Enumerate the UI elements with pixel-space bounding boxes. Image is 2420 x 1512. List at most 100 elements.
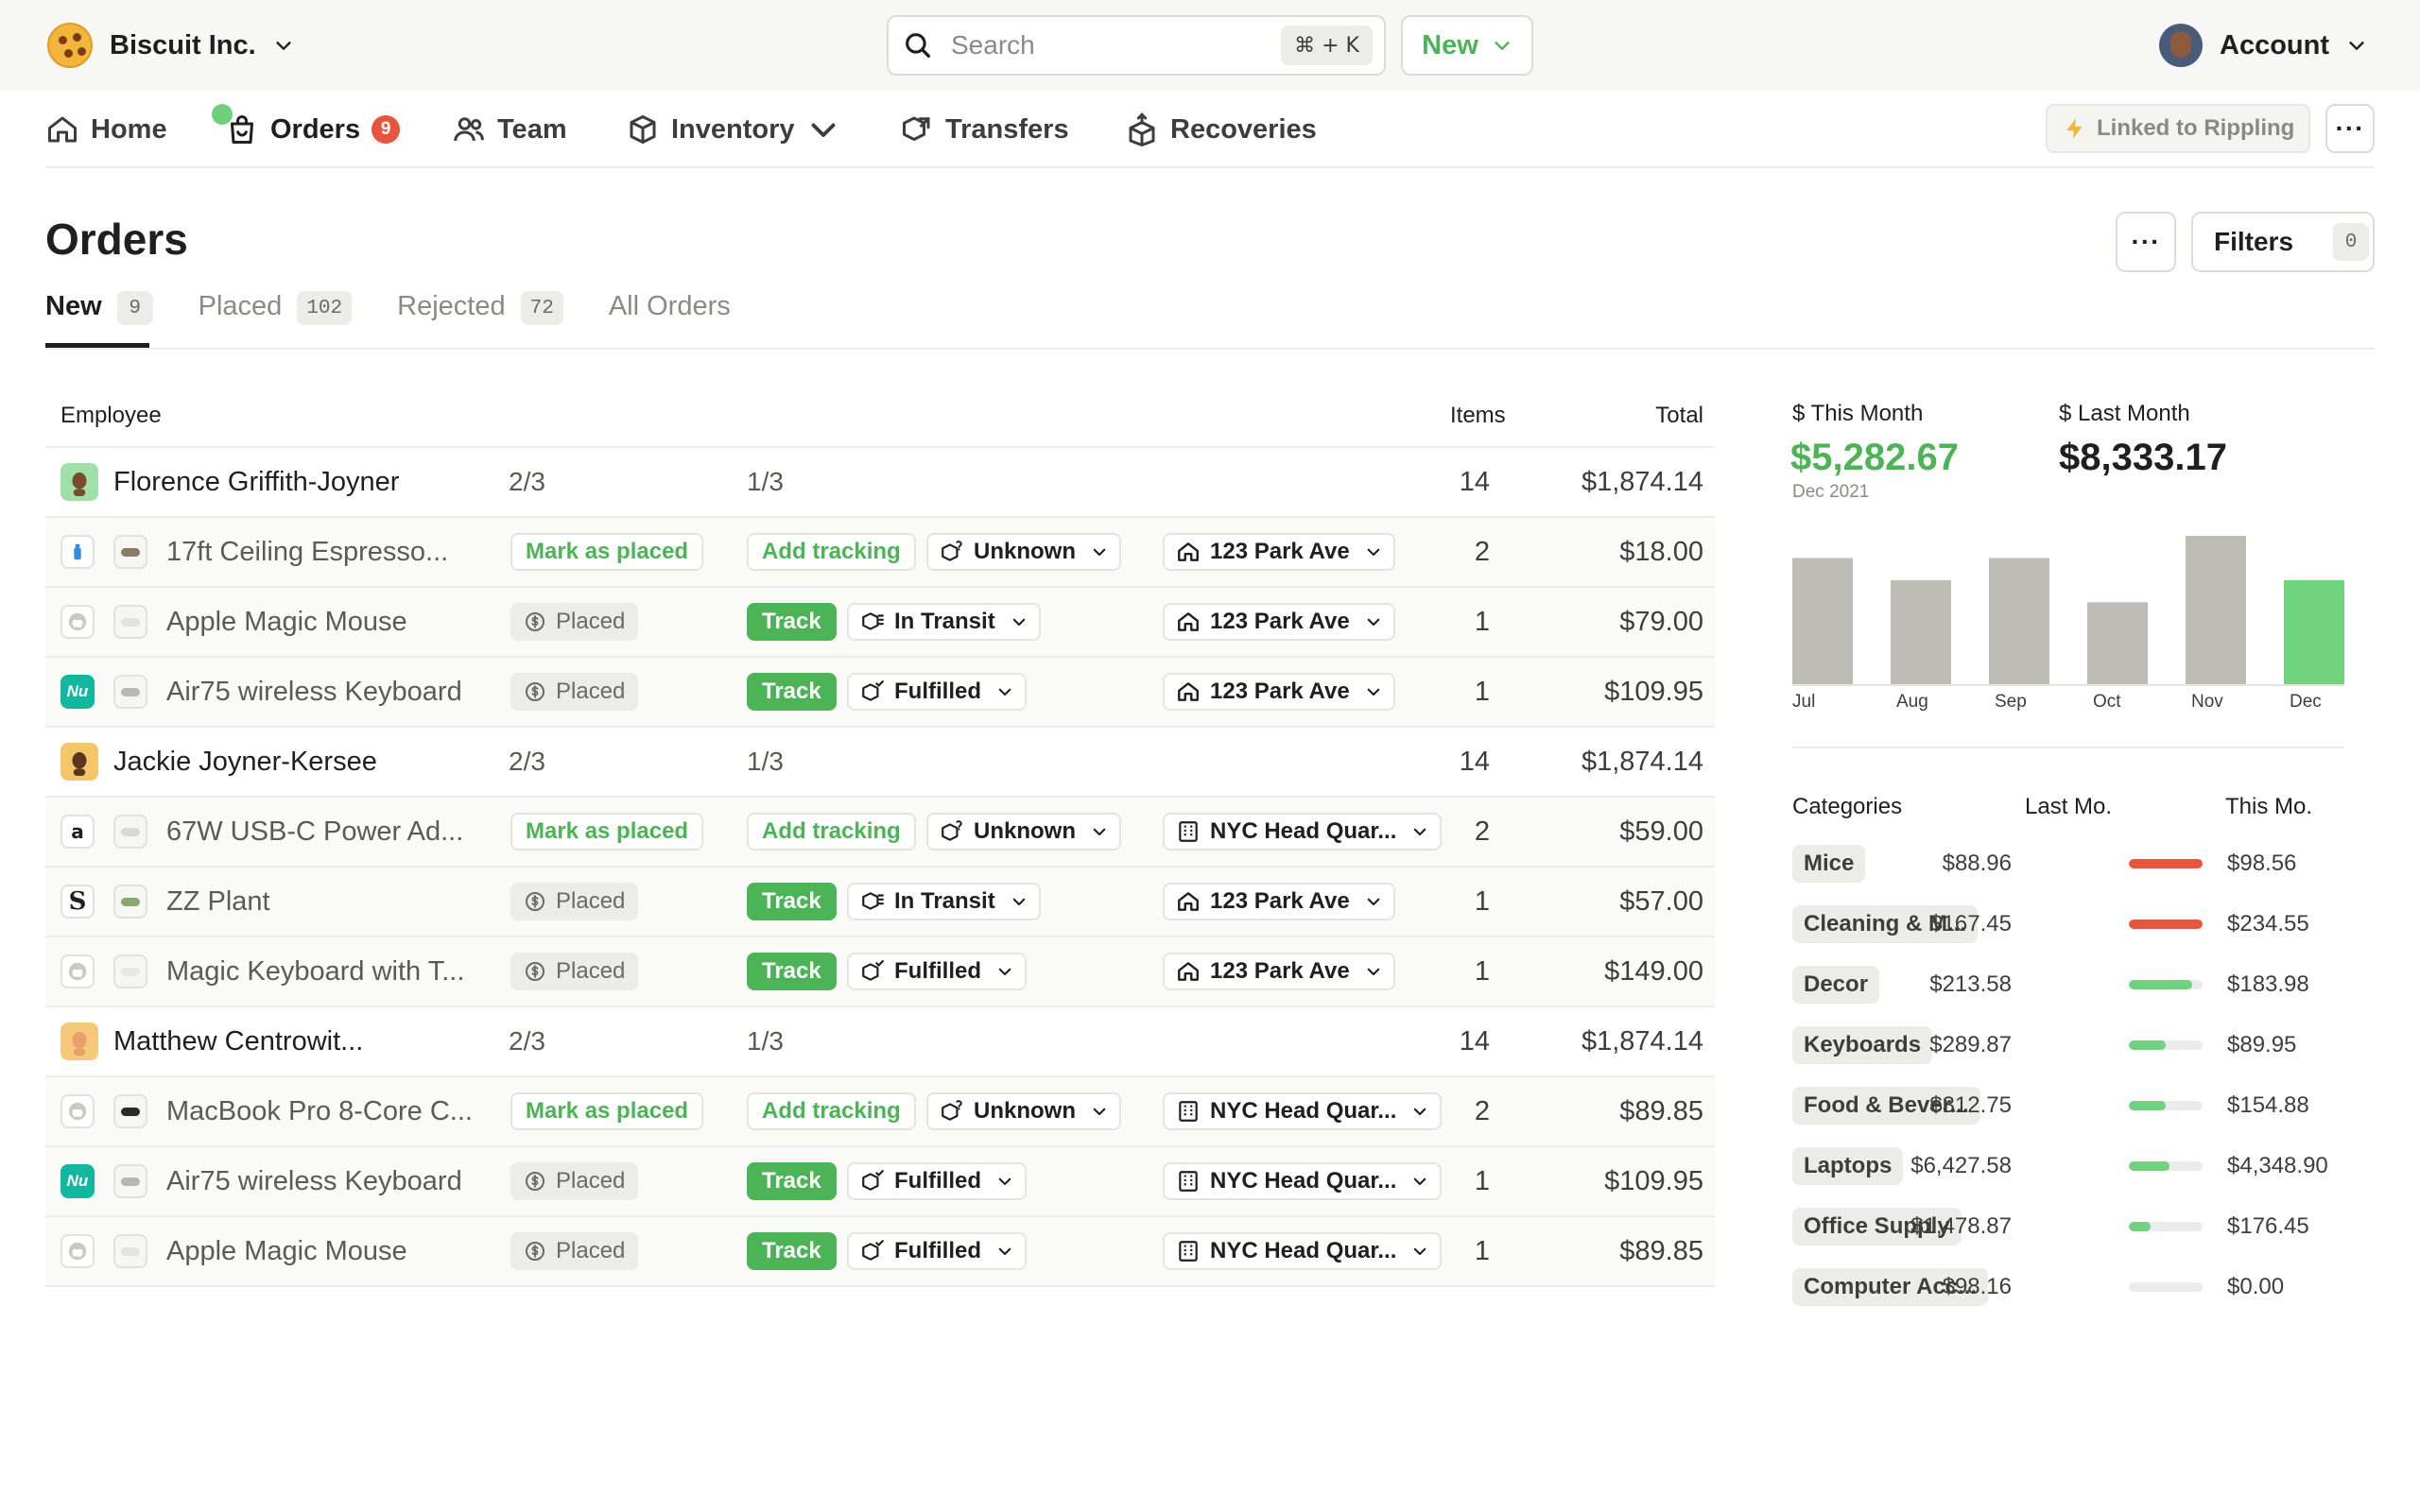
- tab-label: Rejected: [397, 291, 506, 321]
- tab-rejected[interactable]: Rejected 72: [397, 285, 563, 348]
- chart-bar-aug[interactable]: [1891, 579, 1951, 684]
- address-dropdown[interactable]: 123 Park Ave: [1163, 673, 1395, 711]
- add-tracking-button[interactable]: Add tracking: [747, 533, 916, 571]
- shipping-status-dropdown[interactable]: Fulfilled: [847, 1232, 1027, 1270]
- nav-item-orders[interactable]: Orders 9: [212, 104, 401, 151]
- address-dropdown[interactable]: NYC Head Quar...: [1163, 813, 1443, 850]
- shipping-status-dropdown[interactable]: In Transit: [847, 603, 1041, 641]
- chart-bar-dec[interactable]: [2284, 579, 2344, 684]
- chart-bar-jul[interactable]: [1792, 558, 1853, 684]
- product-name[interactable]: 67W USB-C Power Ad...: [166, 798, 463, 866]
- track-button[interactable]: Track: [747, 1162, 837, 1200]
- category-name[interactable]: Keyboards: [1792, 1026, 1933, 1064]
- category-row[interactable]: Computer Acc... $98.16 $0.00: [1792, 1266, 2360, 1308]
- nav-item-home[interactable]: Home: [45, 108, 167, 151]
- shipping-status-dropdown[interactable]: Fulfilled: [847, 1162, 1027, 1200]
- category-row[interactable]: Office Supply $1,478.87 $176.45: [1792, 1206, 2360, 1247]
- search-box[interactable]: ⌘ + K: [887, 15, 1386, 76]
- product-name[interactable]: Magic Keyboard with T...: [166, 937, 464, 1005]
- category-row[interactable]: Mice $88.96 $98.56: [1792, 843, 2360, 885]
- tab-placed[interactable]: Placed 102: [199, 285, 353, 348]
- account-menu[interactable]: Account: [2159, 21, 2367, 70]
- category-row[interactable]: Keyboards $289.87 $89.95: [1792, 1024, 2360, 1066]
- employee-name[interactable]: Matthew Centrowit...: [113, 1007, 363, 1075]
- category-row[interactable]: Cleaning & M... $167.45 $234.55: [1792, 903, 2360, 945]
- mark-as-placed-button[interactable]: Mark as placed: [510, 813, 704, 850]
- mark-as-placed-button[interactable]: Mark as placed: [510, 533, 704, 571]
- employee-name[interactable]: Jackie Joyner-Kersee: [113, 728, 377, 796]
- page-more-button[interactable]: ···: [2116, 212, 2176, 272]
- nav-item-transfers[interactable]: Transfers: [900, 108, 1069, 151]
- track-button[interactable]: Track: [747, 603, 837, 641]
- nav-item-inventory[interactable]: Inventory: [626, 108, 840, 151]
- employee-row[interactable]: Jackie Joyner-Kersee 2/3 1/3 14 $1,874.1…: [45, 728, 1715, 798]
- product-name[interactable]: MacBook Pro 8-Core C...: [166, 1077, 473, 1145]
- chart-bar-oct[interactable]: [2087, 602, 2148, 684]
- mark-as-placed-button[interactable]: Mark as placed: [510, 1092, 704, 1130]
- chart-bar-nov[interactable]: [2186, 536, 2246, 684]
- shipping-status-dropdown[interactable]: Unknown: [926, 813, 1121, 850]
- shipping-status-dropdown[interactable]: Unknown: [926, 533, 1121, 571]
- order-item-row[interactable]: MacBook Pro 8-Core C... Mark as placed A…: [45, 1077, 1715, 1147]
- filters-button[interactable]: Filters 0: [2191, 212, 2375, 272]
- product-name[interactable]: Air75 wireless Keyboard: [166, 658, 462, 726]
- row-total: $57.00: [1619, 885, 1703, 917]
- shipping-status-dropdown[interactable]: Unknown: [926, 1092, 1121, 1130]
- track-button[interactable]: Track: [747, 953, 837, 990]
- add-tracking-button[interactable]: Add tracking: [747, 1092, 916, 1130]
- x-tick-label: Sep: [1995, 692, 2027, 712]
- product-name[interactable]: Apple Magic Mouse: [166, 1217, 407, 1285]
- employee-row[interactable]: Florence Griffith-Joyner 2/3 1/3 14 $1,8…: [45, 448, 1715, 518]
- track-button[interactable]: Track: [747, 673, 837, 711]
- product-name[interactable]: 17ft Ceiling Espresso...: [166, 518, 448, 586]
- address-dropdown[interactable]: 123 Park Ave: [1163, 883, 1395, 920]
- order-item-row[interactable]: Nu Air75 wireless Keyboard Placed Track …: [45, 1147, 1715, 1217]
- category-row[interactable]: Decor $213.58 $183.98: [1792, 964, 2360, 1005]
- track-button[interactable]: Track: [747, 883, 837, 920]
- employee-row[interactable]: Matthew Centrowit... 2/3 1/3 14 $1,874.1…: [45, 1007, 1715, 1077]
- address-dropdown[interactable]: NYC Head Quar...: [1163, 1092, 1443, 1130]
- tracked-fraction: 1/3: [747, 1026, 784, 1056]
- chevron-down-icon: [1093, 548, 1106, 557]
- category-row[interactable]: Laptops $6,427.58 $4,348.90: [1792, 1145, 2360, 1187]
- dollar-circle-icon: [526, 1242, 544, 1261]
- address-dropdown[interactable]: 123 Park Ave: [1163, 533, 1395, 571]
- product-name[interactable]: Apple Magic Mouse: [166, 588, 407, 656]
- tab-all-orders[interactable]: All Orders: [609, 285, 731, 348]
- nuphy-logo-icon: Nu: [60, 1164, 95, 1198]
- address-dropdown[interactable]: 123 Park Ave: [1163, 603, 1395, 641]
- category-name[interactable]: Decor: [1792, 966, 1880, 1004]
- order-item-row[interactable]: 17ft Ceiling Espresso... Mark as placed …: [45, 518, 1715, 588]
- category-row[interactable]: Food & Bever... $312.75 $154.88: [1792, 1085, 2360, 1126]
- address-dropdown[interactable]: 123 Park Ave: [1163, 953, 1395, 990]
- product-name[interactable]: Air75 wireless Keyboard: [166, 1147, 462, 1215]
- placed-status-chip: Placed: [510, 883, 639, 920]
- track-button[interactable]: Track: [747, 1232, 837, 1270]
- order-item-row[interactable]: Magic Keyboard with T... Placed Track Fu…: [45, 937, 1715, 1007]
- order-item-row[interactable]: Apple Magic Mouse Placed Track Fulfilled…: [45, 1217, 1715, 1287]
- category-name[interactable]: Mice: [1792, 845, 1866, 883]
- nav-item-recoveries[interactable]: Recoveries: [1125, 108, 1317, 151]
- new-button[interactable]: New: [1401, 15, 1533, 76]
- order-item-row[interactable]: S ZZ Plant Placed Track In Transit 123 P…: [45, 868, 1715, 937]
- nav-item-team[interactable]: Team: [452, 108, 567, 151]
- tab-new[interactable]: New 9: [45, 285, 153, 348]
- linked-to-rippling-badge[interactable]: Linked to Rippling: [2046, 104, 2310, 153]
- nav-more-button[interactable]: ···: [2325, 104, 2375, 153]
- placed-fraction: 2/3: [509, 467, 545, 496]
- address-dropdown[interactable]: NYC Head Quar...: [1163, 1232, 1443, 1270]
- shipping-status-dropdown[interactable]: Fulfilled: [847, 953, 1027, 990]
- order-item-row[interactable]: Nu Air75 wireless Keyboard Placed Track …: [45, 658, 1715, 728]
- add-tracking-button[interactable]: Add tracking: [747, 813, 916, 850]
- category-name[interactable]: Laptops: [1792, 1147, 1904, 1185]
- org-switcher[interactable]: Biscuit Inc.: [47, 23, 294, 68]
- order-item-row[interactable]: a 67W USB-C Power Ad... Mark as placed A…: [45, 798, 1715, 868]
- shipping-status-dropdown[interactable]: Fulfilled: [847, 673, 1027, 711]
- search-input[interactable]: [951, 30, 1272, 60]
- product-name[interactable]: ZZ Plant: [166, 868, 270, 936]
- address-dropdown[interactable]: NYC Head Quar...: [1163, 1162, 1443, 1200]
- chart-bar-sep[interactable]: [1989, 558, 2049, 684]
- order-item-row[interactable]: Apple Magic Mouse Placed Track In Transi…: [45, 588, 1715, 658]
- employee-name[interactable]: Florence Griffith-Joyner: [113, 448, 399, 516]
- shipping-status-dropdown[interactable]: In Transit: [847, 883, 1041, 920]
